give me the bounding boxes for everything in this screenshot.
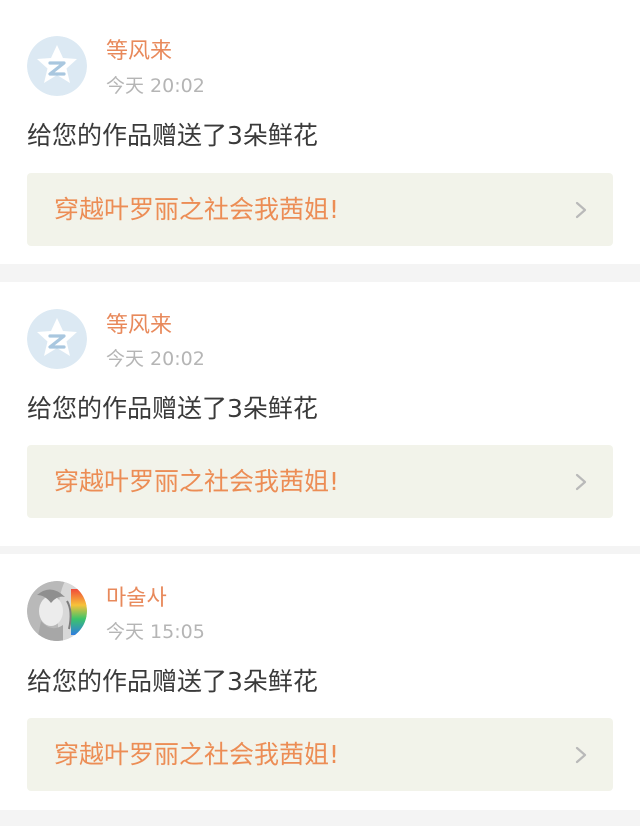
- notification-card: 마술사 今天 15:05 给您的作品赠送了3朵鲜花 穿越叶罗丽之社会我茜姐!: [0, 554, 640, 810]
- avatar[interactable]: [27, 36, 87, 96]
- avatar[interactable]: [27, 309, 87, 369]
- chevron-right-icon: [575, 473, 587, 491]
- work-link[interactable]: 穿越叶罗丽之社会我茜姐!: [27, 718, 613, 791]
- work-title: 穿越叶罗丽之社会我茜姐!: [54, 467, 340, 496]
- timestamp: 今天 20:02: [106, 75, 205, 97]
- notification-message: 给您的作品赠送了3朵鲜花: [27, 121, 318, 150]
- work-link[interactable]: 穿越叶罗丽之社会我茜姐!: [27, 173, 613, 246]
- work-link[interactable]: 穿越叶罗丽之社会我茜姐!: [27, 445, 613, 518]
- work-title: 穿越叶罗丽之社会我茜姐!: [54, 740, 340, 769]
- sender-name[interactable]: 마술사: [106, 583, 167, 615]
- chevron-right-icon: [575, 746, 587, 764]
- timestamp: 今天 20:02: [106, 348, 205, 370]
- default-avatar-icon: [27, 36, 87, 96]
- avatar[interactable]: [27, 581, 87, 641]
- work-title: 穿越叶罗丽之社会我茜姐!: [54, 195, 340, 224]
- notification-card: 等风来 今天 20:02 给您的作品赠送了3朵鲜花 穿越叶罗丽之社会我茜姐!: [0, 0, 640, 264]
- notification-message: 给您的作品赠送了3朵鲜花: [27, 667, 318, 696]
- anime-character-avatar-icon: [27, 581, 87, 641]
- notification-card: 等风来 今天 20:02 给您的作品赠送了3朵鲜花 穿越叶罗丽之社会我茜姐!: [0, 282, 640, 546]
- sender-name[interactable]: 等风来: [106, 36, 172, 68]
- timestamp: 今天 15:05: [106, 621, 205, 643]
- default-avatar-icon: [27, 309, 87, 369]
- sender-name[interactable]: 等风来: [106, 310, 172, 342]
- notification-message: 给您的作品赠送了3朵鲜花: [27, 394, 318, 423]
- chevron-right-icon: [575, 201, 587, 219]
